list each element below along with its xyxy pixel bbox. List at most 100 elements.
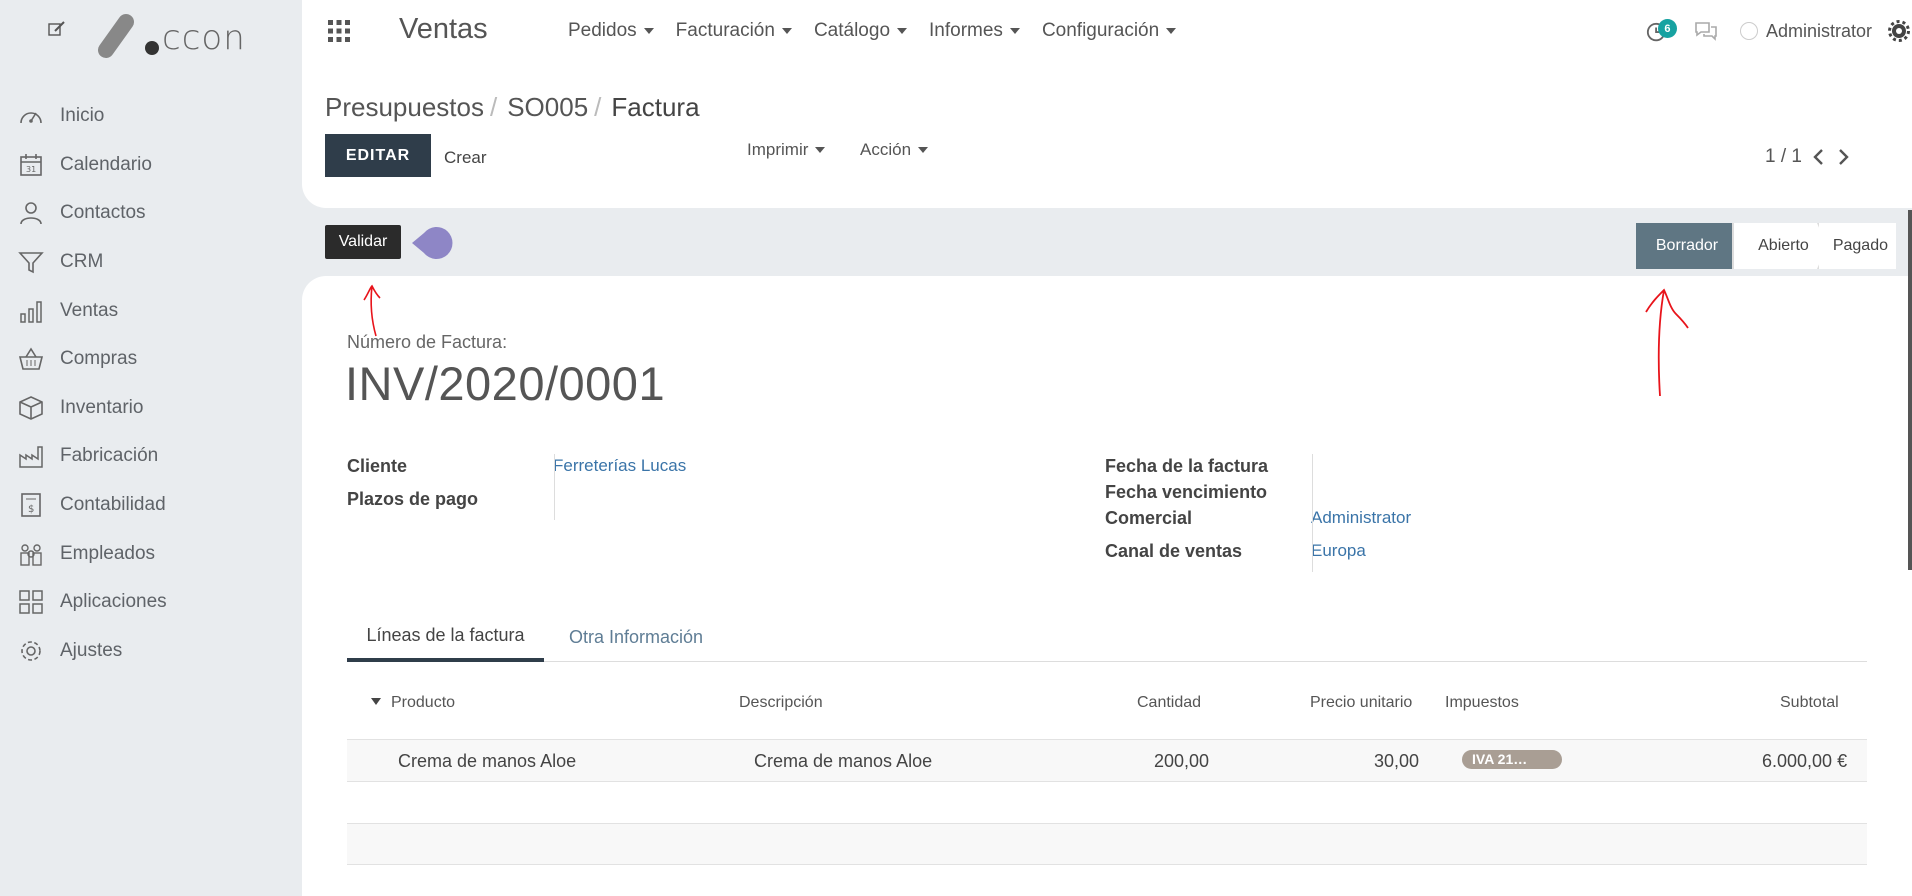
logo-mark-icon — [98, 14, 159, 58]
create-button[interactable]: Crear — [444, 148, 487, 168]
app-menu: Inicio 31 Calendario Contactos CRM Venta… — [0, 92, 302, 675]
chat-icon[interactable] — [1694, 20, 1718, 42]
edit-icon[interactable] — [48, 20, 66, 38]
field-label: Plazos de pago — [347, 489, 479, 509]
validate-button[interactable]: Validar — [325, 225, 401, 259]
field-fecha-vencimiento: Fecha vencimiento — [1105, 482, 1411, 508]
customer-link[interactable]: Ferreterías Lucas — [553, 456, 686, 489]
menu-informes[interactable]: Informes — [929, 20, 1020, 42]
column-descripcion[interactable]: Descripción — [739, 694, 823, 712]
caret-down-icon — [643, 28, 654, 34]
field-label: Comercial — [1105, 508, 1193, 528]
sidebar-item-empleados[interactable]: Empleados — [0, 529, 302, 578]
user-menu[interactable]: Administrator — [1739, 20, 1872, 42]
table-header: Producto Descripción Cantidad Precio uni… — [347, 684, 1867, 724]
sidebar-item-label: CRM — [60, 251, 104, 273]
sales-channel-link[interactable]: Europa — [1311, 541, 1366, 574]
breadcrumb: Presupuestos / SO005/ Factura — [325, 92, 700, 123]
user-name: Administrator — [1765, 20, 1872, 41]
field-label: Canal de ventas — [1105, 541, 1243, 561]
sidebar-item-fabricacion[interactable]: Fabricación — [0, 432, 302, 481]
chevron-right-icon[interactable] — [1836, 148, 1850, 166]
breadcrumb-presupuestos[interactable]: Presupuestos — [325, 92, 484, 123]
sidebar-item-calendario[interactable]: 31 Calendario — [0, 141, 302, 190]
svg-text:31: 31 — [26, 165, 36, 174]
breadcrumb-separator: / — [489, 92, 498, 122]
sidebar-item-label: Ventas — [60, 299, 119, 321]
settings-gear-icon[interactable] — [1888, 20, 1910, 42]
gear-icon — [21, 641, 41, 661]
sidebar-item-label: Compras — [60, 348, 138, 370]
main-menu: Pedidos Facturación Catálogo Informes Co… — [568, 0, 1198, 62]
fields-left: Cliente Ferreterías Lucas Plazos de pago — [347, 456, 686, 522]
table-row-empty[interactable] — [347, 823, 1867, 865]
tab-invoice-lines[interactable]: Líneas de la factura — [347, 612, 544, 662]
menu-configuracion[interactable]: Configuración — [1041, 20, 1177, 42]
menu-label: Configuración — [1041, 20, 1160, 41]
field-divider — [1312, 454, 1313, 572]
sidebar-item-ventas[interactable]: Ventas — [0, 286, 302, 335]
stage-borrador[interactable]: Borrador — [1635, 223, 1747, 269]
chevron-left-icon[interactable] — [1812, 148, 1826, 166]
cell-description: Crema de manos Aloe — [754, 751, 933, 771]
caret-down-icon — [1166, 28, 1177, 34]
invoice-icon: $ — [21, 493, 41, 517]
invoice-number-label: Número de Factura: — [347, 332, 508, 352]
factory-icon — [19, 446, 43, 469]
salesperson-link[interactable]: Administrator — [1311, 508, 1411, 541]
user-icon — [20, 202, 42, 225]
menu-catalogo[interactable]: Catálogo — [814, 20, 908, 42]
stage-abierto[interactable]: Abierto — [1732, 223, 1827, 269]
table-row[interactable]: Crema de manos Aloe Crema de manos Aloe … — [347, 739, 1867, 781]
notebook-tabs: Líneas de la factura Otra Información — [347, 612, 1867, 662]
caret-down-icon — [815, 147, 826, 153]
tip-marker-icon[interactable] — [410, 225, 454, 261]
print-label: Imprimir — [747, 140, 809, 159]
column-impuestos[interactable]: Impuestos — [1445, 694, 1519, 712]
sidebar-item-contactos[interactable]: Contactos — [0, 189, 302, 238]
column-cantidad[interactable]: Cantidad — [1137, 694, 1201, 712]
field-comercial: Comercial Administrator — [1105, 508, 1411, 541]
column-producto[interactable]: Producto — [371, 694, 455, 712]
activity-button[interactable]: 6 — [1646, 19, 1677, 43]
sidebar: ccon Inicio 31 Calendario Contactos CRM … — [0, 0, 302, 896]
breadcrumb-so005[interactable]: SO005 — [507, 92, 588, 123]
pager-value[interactable]: 1 / 1 — [1765, 146, 1802, 168]
sidebar-item-aplicaciones[interactable]: Aplicaciones — [0, 578, 302, 627]
edit-button[interactable]: EDITAR — [325, 134, 431, 177]
print-dropdown[interactable]: Imprimir — [747, 140, 826, 160]
sidebar-item-ajustes[interactable]: Ajustes — [0, 627, 302, 676]
logo-text: ccon — [162, 18, 246, 58]
menu-label: Facturación — [675, 20, 775, 41]
sidebar-item-contabilidad[interactable]: $ Contabilidad — [0, 481, 302, 530]
field-label: Cliente — [347, 456, 408, 476]
tax-badge: IVA 21… — [1462, 750, 1562, 769]
tab-other-info[interactable]: Otra Información — [569, 612, 703, 662]
scrollbar[interactable] — [1908, 210, 1912, 570]
column-label: Producto — [391, 694, 456, 711]
sidebar-item-compras[interactable]: Compras — [0, 335, 302, 384]
menu-facturacion[interactable]: Facturación — [676, 20, 792, 42]
apps-menu-icon[interactable] — [327, 19, 351, 43]
caret-down-icon — [897, 28, 908, 34]
menu-pedidos[interactable]: Pedidos — [568, 20, 654, 42]
activity-badge: 6 — [1657, 19, 1677, 38]
sidebar-item-inicio[interactable]: Inicio — [0, 92, 302, 141]
sidebar-item-inventario[interactable]: Inventario — [0, 384, 302, 433]
sidebar-item-crm[interactable]: CRM — [0, 238, 302, 287]
funnel-icon — [18, 252, 44, 274]
column-subtotal[interactable]: Subtotal — [1780, 694, 1839, 712]
sidebar-item-label: Inicio — [60, 105, 105, 127]
field-plazos: Plazos de pago — [347, 489, 686, 522]
gauge-icon — [20, 112, 42, 124]
action-label: Acción — [860, 140, 912, 159]
table-row-empty[interactable] — [347, 781, 1867, 823]
caret-down-icon — [781, 28, 792, 34]
invoice-number: INV/2020/0001 — [345, 357, 666, 410]
field-fecha-factura: Fecha de la factura — [1105, 456, 1411, 482]
sort-down-icon — [371, 698, 381, 705]
action-dropdown[interactable]: Acción — [860, 140, 929, 160]
stage-pagado[interactable]: Pagado — [1816, 223, 1896, 269]
cell-subtotal: 6.000,00 € — [1762, 751, 1848, 771]
column-precio[interactable]: Precio unitario — [1310, 694, 1412, 712]
